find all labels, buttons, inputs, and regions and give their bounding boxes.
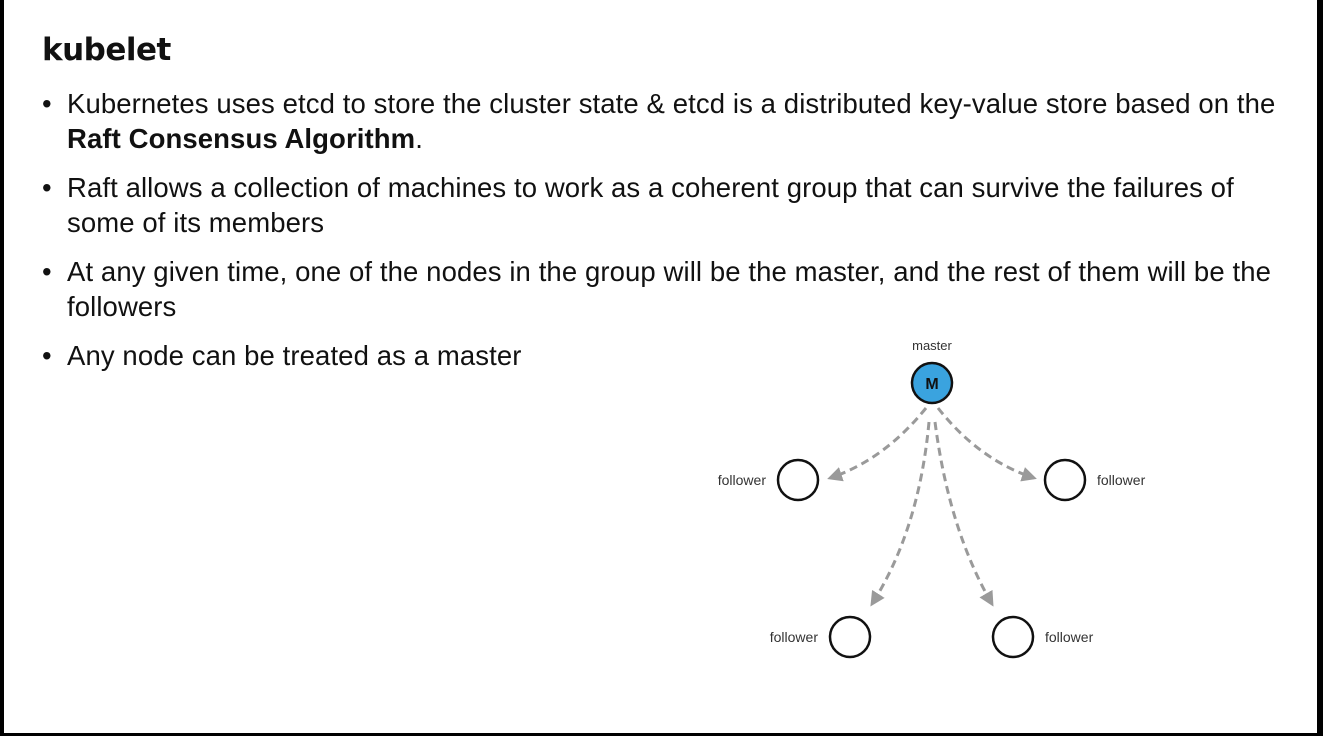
slide: kubelet • Kubernetes uses etcd to store …	[4, 0, 1317, 733]
follower-label-bottom-left: follower	[770, 629, 819, 645]
master-letter: M	[925, 376, 938, 393]
follower-label-right: follower	[1097, 472, 1146, 488]
master-label: master	[912, 338, 952, 353]
arrow-to-follower-bottom-left	[870, 421, 931, 607]
follower-node-right	[1043, 458, 1087, 502]
arrow-to-follower-right	[936, 407, 1037, 482]
follower-node-bottom-left	[828, 615, 872, 659]
follower-node-bottom-right	[991, 615, 1035, 659]
follower-node-left	[776, 458, 820, 502]
follower-label-left: follower	[718, 472, 767, 488]
arrow-to-follower-bottom-right	[933, 421, 994, 607]
arrow-to-follower-left	[827, 407, 928, 482]
raft-diagram: master M follower follower follower foll…	[718, 338, 1146, 659]
follower-label-bottom-right: follower	[1045, 629, 1094, 645]
